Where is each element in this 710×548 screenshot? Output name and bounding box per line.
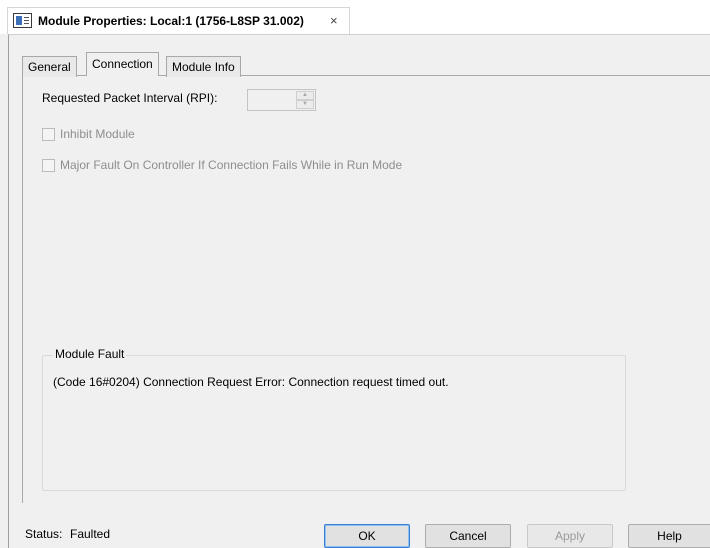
- close-icon[interactable]: ×: [330, 13, 338, 28]
- ok-button[interactable]: OK: [324, 524, 410, 548]
- module-fault-legend: Module Fault: [53, 347, 127, 361]
- spin-down-icon[interactable]: ▼: [296, 100, 314, 109]
- module-fault-message: (Code 16#0204) Connection Request Error:…: [53, 375, 449, 389]
- spin-up-icon[interactable]: ▲: [296, 91, 314, 100]
- inhibit-module-checkbox[interactable]: Inhibit Module: [42, 127, 135, 141]
- help-button[interactable]: Help: [628, 524, 710, 548]
- major-fault-checkbox[interactable]: Major Fault On Controller If Connection …: [42, 158, 402, 172]
- rpi-label: Requested Packet Interval (RPI):: [42, 91, 218, 105]
- document-tab[interactable]: Module Properties: Local:1 (1756-L8SP 31…: [7, 7, 350, 34]
- cancel-button[interactable]: Cancel: [425, 524, 511, 548]
- tab-general[interactable]: General: [22, 56, 77, 77]
- tab-connection[interactable]: Connection: [86, 52, 159, 76]
- checkbox-icon[interactable]: [42, 158, 55, 172]
- module-properties-icon: [13, 13, 32, 28]
- status-value: Faulted: [70, 527, 111, 541]
- inhibit-module-label: Inhibit Module: [60, 127, 135, 141]
- module-properties-window: Module Properties: Local:1 (1756-L8SP 31…: [0, 0, 710, 548]
- apply-button[interactable]: Apply: [527, 524, 613, 548]
- tab-module-info[interactable]: Module Info: [166, 56, 241, 77]
- window-title: Module Properties: Local:1 (1756-L8SP 31…: [38, 14, 304, 28]
- rpi-spinner[interactable]: ▲ ▼: [247, 89, 316, 111]
- status-label: Status:: [25, 527, 63, 541]
- checkbox-icon[interactable]: [42, 127, 55, 141]
- major-fault-label: Major Fault On Controller If Connection …: [60, 158, 403, 172]
- title-bar: Module Properties: Local:1 (1756-L8SP 31…: [0, 0, 710, 34]
